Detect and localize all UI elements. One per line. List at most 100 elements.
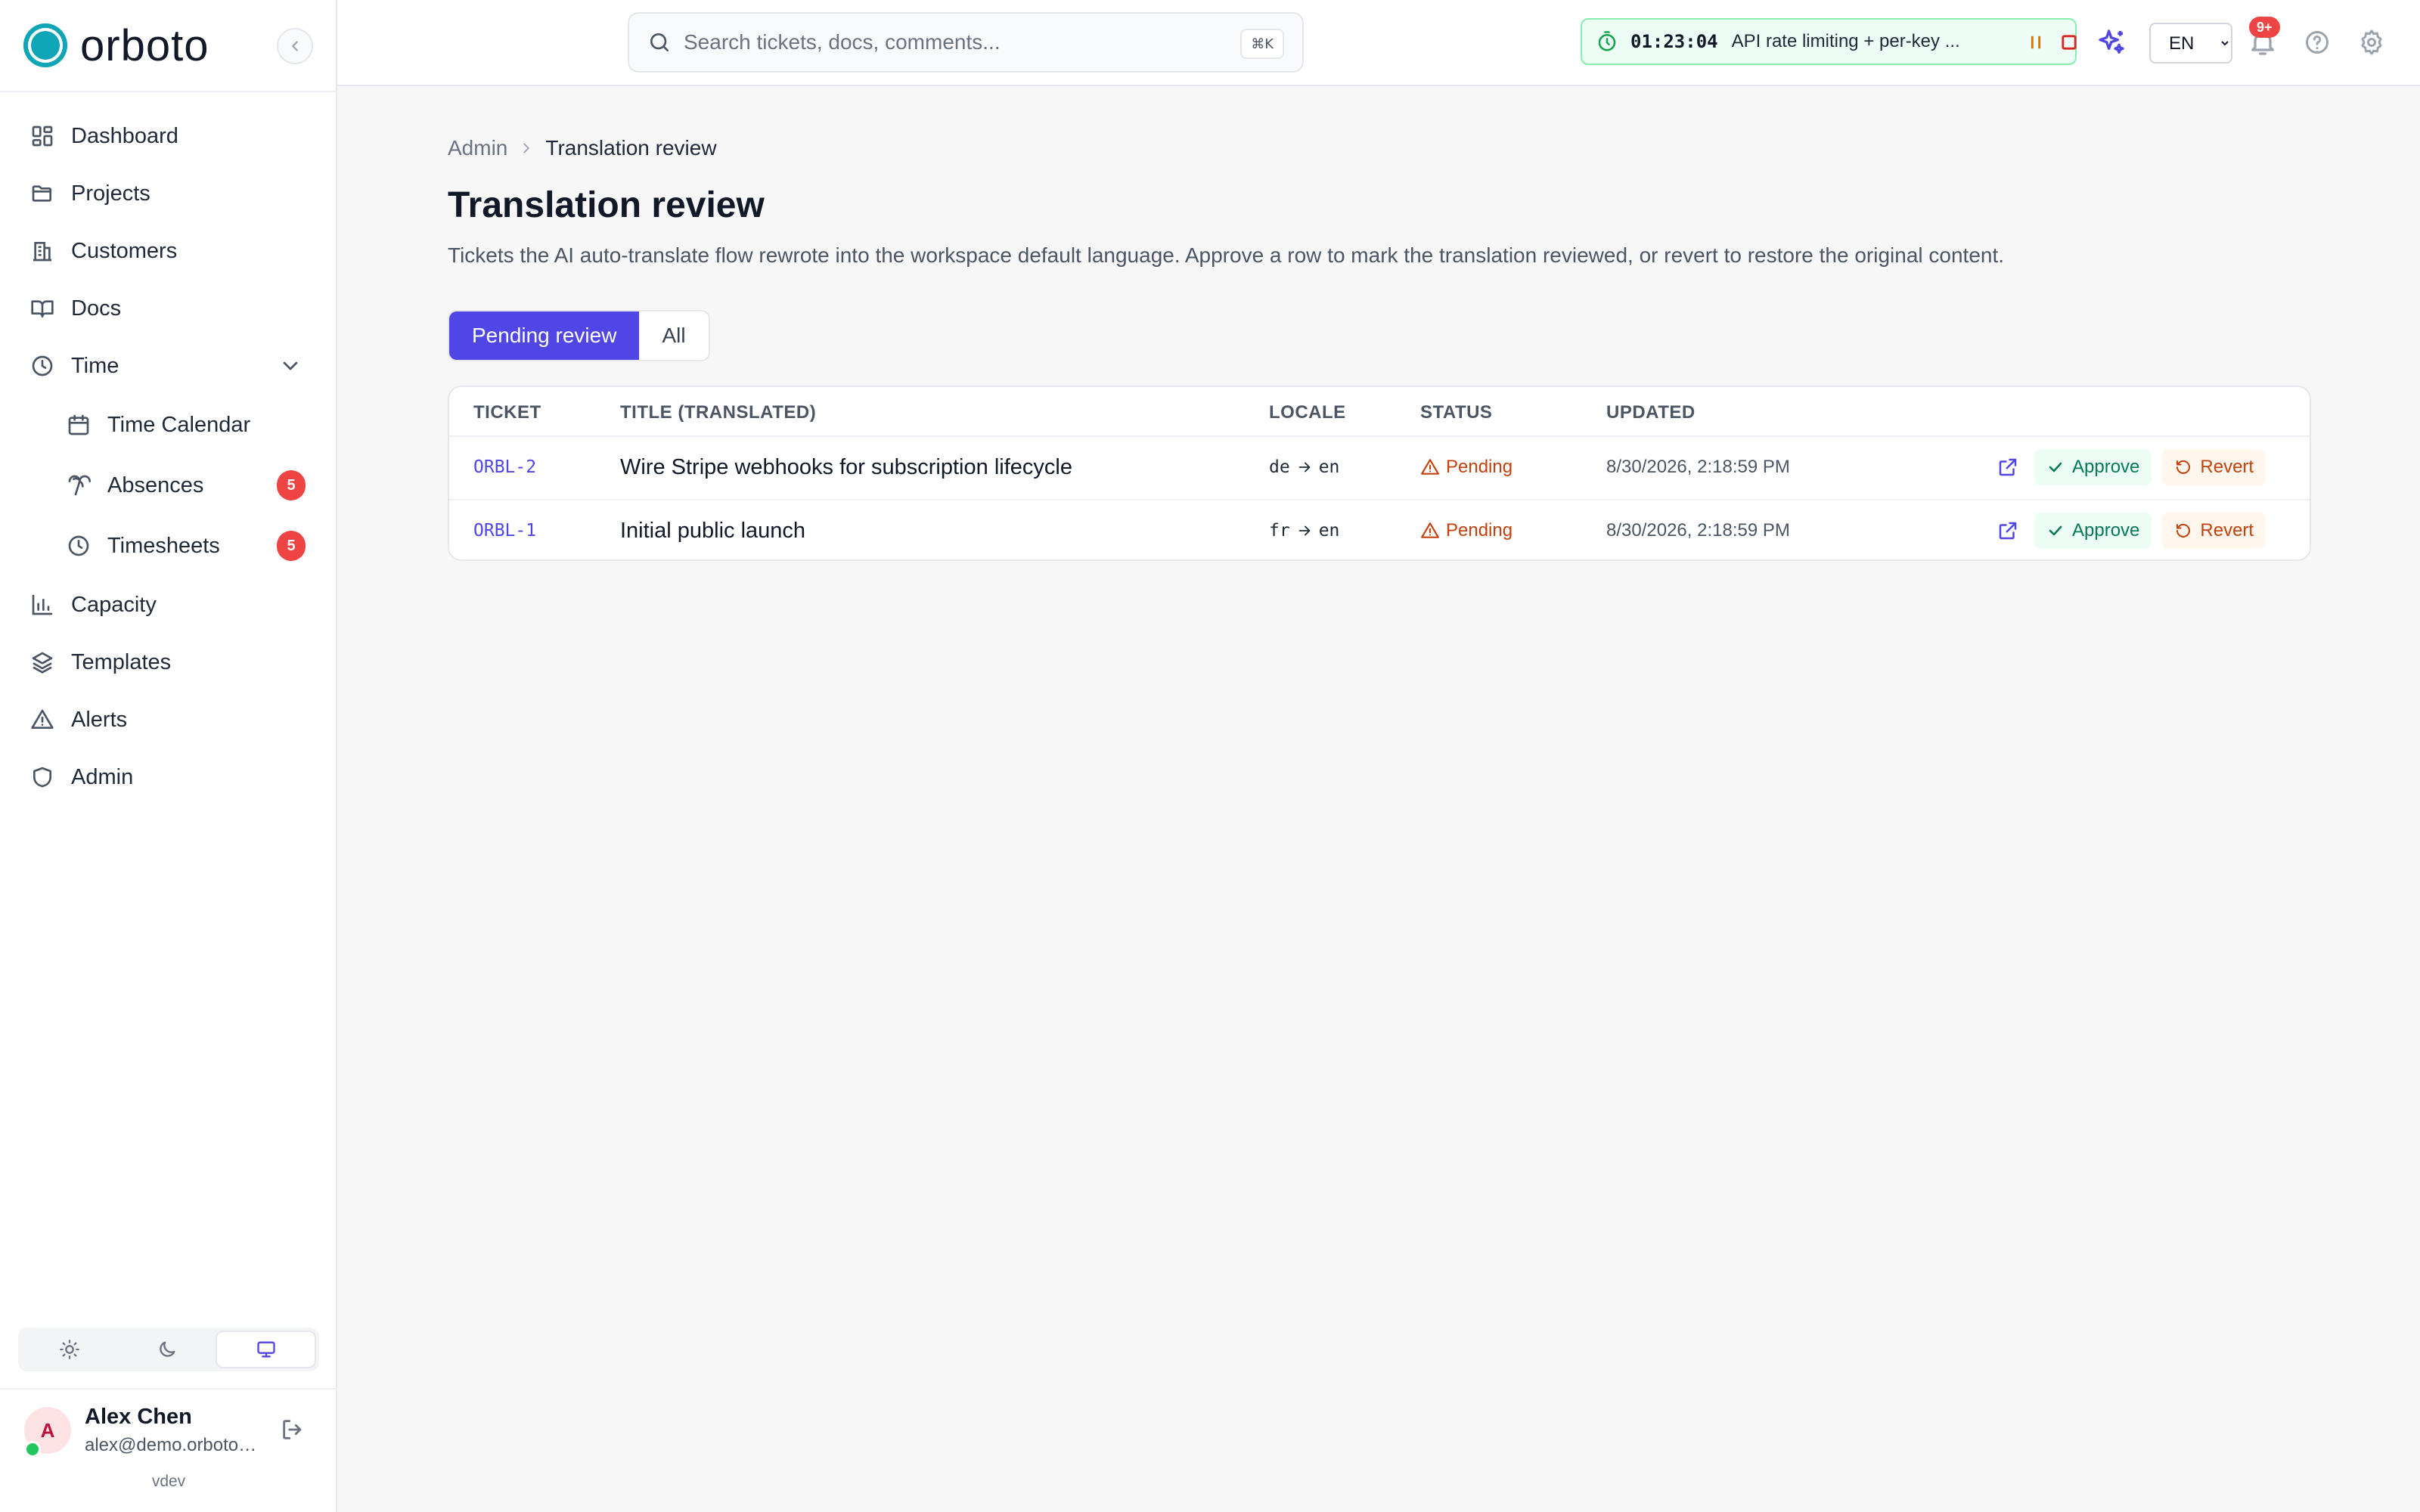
sidebar-item-time[interactable]: Time xyxy=(18,337,319,395)
sidebar-item-label: Time Calendar xyxy=(107,412,251,437)
target-locale: en xyxy=(1318,457,1340,477)
status-label: Pending xyxy=(1446,457,1513,477)
undo-icon xyxy=(2176,460,2191,474)
timer-task-label: API rate limiting + per-key ... xyxy=(1731,31,1960,51)
translation-table: TICKET TITLE (TRANSLATED) LOCALE STATUS … xyxy=(448,386,2311,561)
row-actions: Approve Revert xyxy=(1996,437,2266,497)
breadcrumb: Admin Translation review xyxy=(448,136,717,160)
shield-icon xyxy=(33,767,51,788)
pause-icon[interactable] xyxy=(2025,32,2046,53)
chevron-left-icon xyxy=(292,41,298,51)
topbar: ⌘K 01:23:04 API rate limiting + per-key … xyxy=(337,0,2420,86)
palm-tree-icon xyxy=(68,475,91,496)
revert-button[interactable]: Revert xyxy=(2162,449,2266,485)
status-label: Pending xyxy=(1446,520,1513,541)
user-name: Alex Chen xyxy=(85,1405,192,1429)
clock-icon xyxy=(32,355,53,376)
translated-title: Initial public launch xyxy=(620,518,806,543)
approve-label: Approve xyxy=(2072,520,2140,541)
sidebar-item-docs[interactable]: Docs xyxy=(18,280,319,337)
monitor-icon xyxy=(257,1341,275,1358)
page-title: Translation review xyxy=(448,185,765,225)
external-link-icon[interactable] xyxy=(1996,456,2019,479)
approve-button[interactable]: Approve xyxy=(2034,513,2152,549)
theme-dark-button[interactable] xyxy=(119,1331,216,1368)
sidebar: orboto Dashboard Projects Customers Docs… xyxy=(0,0,337,1512)
arrow-right-icon xyxy=(1298,525,1311,536)
clock-icon xyxy=(68,535,89,556)
logout-icon[interactable] xyxy=(280,1417,306,1442)
sidebar-item-label: Docs xyxy=(71,296,122,321)
ai-sparkles-icon[interactable] xyxy=(2096,27,2127,57)
updated-timestamp: 8/30/2026, 2:18:59 PM xyxy=(1606,457,1790,477)
row-actions: Approve Revert xyxy=(1996,500,2266,559)
source-locale: de xyxy=(1269,457,1290,477)
gear-icon[interactable] xyxy=(2358,29,2385,56)
sidebar-item-time-calendar[interactable]: Time Calendar xyxy=(18,395,319,455)
brand-name: orboto xyxy=(80,20,209,70)
approve-label: Approve xyxy=(2072,457,2140,477)
sidebar-item-label: Admin xyxy=(71,764,134,789)
search-input[interactable] xyxy=(684,30,1228,54)
sidebar-item-label: Capacity xyxy=(71,592,157,617)
column-header-title: TITLE (TRANSLATED) xyxy=(620,402,817,423)
timesheets-count-badge: 5 xyxy=(277,531,306,561)
column-header-updated: UPDATED xyxy=(1606,402,1696,423)
table-header: TICKET TITLE (TRANSLATED) LOCALE STATUS … xyxy=(449,387,2310,437)
theme-light-button[interactable] xyxy=(21,1331,119,1368)
check-icon xyxy=(2049,525,2062,536)
user-profile[interactable]: A Alex Chen alex@demo.orboto.app xyxy=(24,1405,319,1458)
sidebar-item-dashboard[interactable]: Dashboard xyxy=(18,107,319,165)
chevron-down-icon[interactable] xyxy=(278,354,302,378)
chevron-right-icon xyxy=(523,143,530,153)
sidebar-item-label: Projects xyxy=(71,181,150,206)
global-search[interactable]: ⌘K xyxy=(628,12,1304,73)
revert-button[interactable]: Revert xyxy=(2162,513,2266,549)
stopwatch-icon xyxy=(1598,31,1616,51)
bar-chart-icon xyxy=(32,594,53,615)
brand[interactable]: orboto xyxy=(23,21,209,70)
page-description: Tickets the AI auto-translate flow rewro… xyxy=(448,243,2005,267)
sidebar-item-admin[interactable]: Admin xyxy=(18,748,319,806)
sidebar-item-absences[interactable]: Absences 5 xyxy=(18,455,319,516)
running-timer[interactable]: 01:23:04 API rate limiting + per-key ... xyxy=(1581,18,2077,65)
sidebar-footer-divider xyxy=(0,1388,337,1390)
sidebar-item-label: Time xyxy=(71,353,119,378)
external-link-icon[interactable] xyxy=(1996,519,2019,542)
revert-label: Revert xyxy=(2200,457,2254,477)
status-badge: Pending xyxy=(1420,437,1512,497)
stop-icon[interactable] xyxy=(2059,32,2080,53)
theme-system-button[interactable] xyxy=(216,1331,317,1368)
orboto-logo-icon xyxy=(23,23,68,68)
ticket-id-link[interactable]: ORBL-2 xyxy=(473,437,536,497)
sidebar-item-timesheets[interactable]: Timesheets 5 xyxy=(18,516,319,576)
building-icon xyxy=(33,242,51,262)
sidebar-item-label: Alerts xyxy=(71,707,128,732)
sidebar-item-customers[interactable]: Customers xyxy=(18,222,319,280)
help-icon[interactable] xyxy=(2304,29,2331,56)
sidebar-item-capacity[interactable]: Capacity xyxy=(18,576,319,634)
sidebar-nav: Dashboard Projects Customers Docs Time T… xyxy=(18,107,319,806)
sidebar-item-projects[interactable]: Projects xyxy=(18,165,319,222)
source-locale: fr xyxy=(1269,521,1290,541)
breadcrumb-admin-link[interactable]: Admin xyxy=(448,136,507,160)
sidebar-item-label: Customers xyxy=(71,238,178,263)
tab-all[interactable]: All xyxy=(639,311,708,360)
sidebar-item-alerts[interactable]: Alerts xyxy=(18,691,319,748)
app-version: vdev xyxy=(151,1473,186,1490)
language-select[interactable]: EN xyxy=(2149,23,2232,64)
sidebar-item-label: Dashboard xyxy=(71,123,178,148)
review-filter-tabs: Pending review All xyxy=(448,310,710,361)
sidebar-item-label: Templates xyxy=(71,649,172,674)
approve-button[interactable]: Approve xyxy=(2034,449,2152,485)
sidebar-item-templates[interactable]: Templates xyxy=(18,634,319,691)
arrow-right-icon xyxy=(1298,462,1311,472)
search-icon xyxy=(650,33,669,51)
sidebar-divider xyxy=(0,91,337,92)
tab-pending-review[interactable]: Pending review xyxy=(449,311,640,360)
collapse-sidebar-button[interactable] xyxy=(277,28,313,64)
ticket-id-link[interactable]: ORBL-1 xyxy=(473,500,536,559)
theme-switcher xyxy=(18,1328,319,1371)
user-email: alex@demo.orboto.app xyxy=(85,1435,259,1455)
status-badge: Pending xyxy=(1420,500,1513,559)
